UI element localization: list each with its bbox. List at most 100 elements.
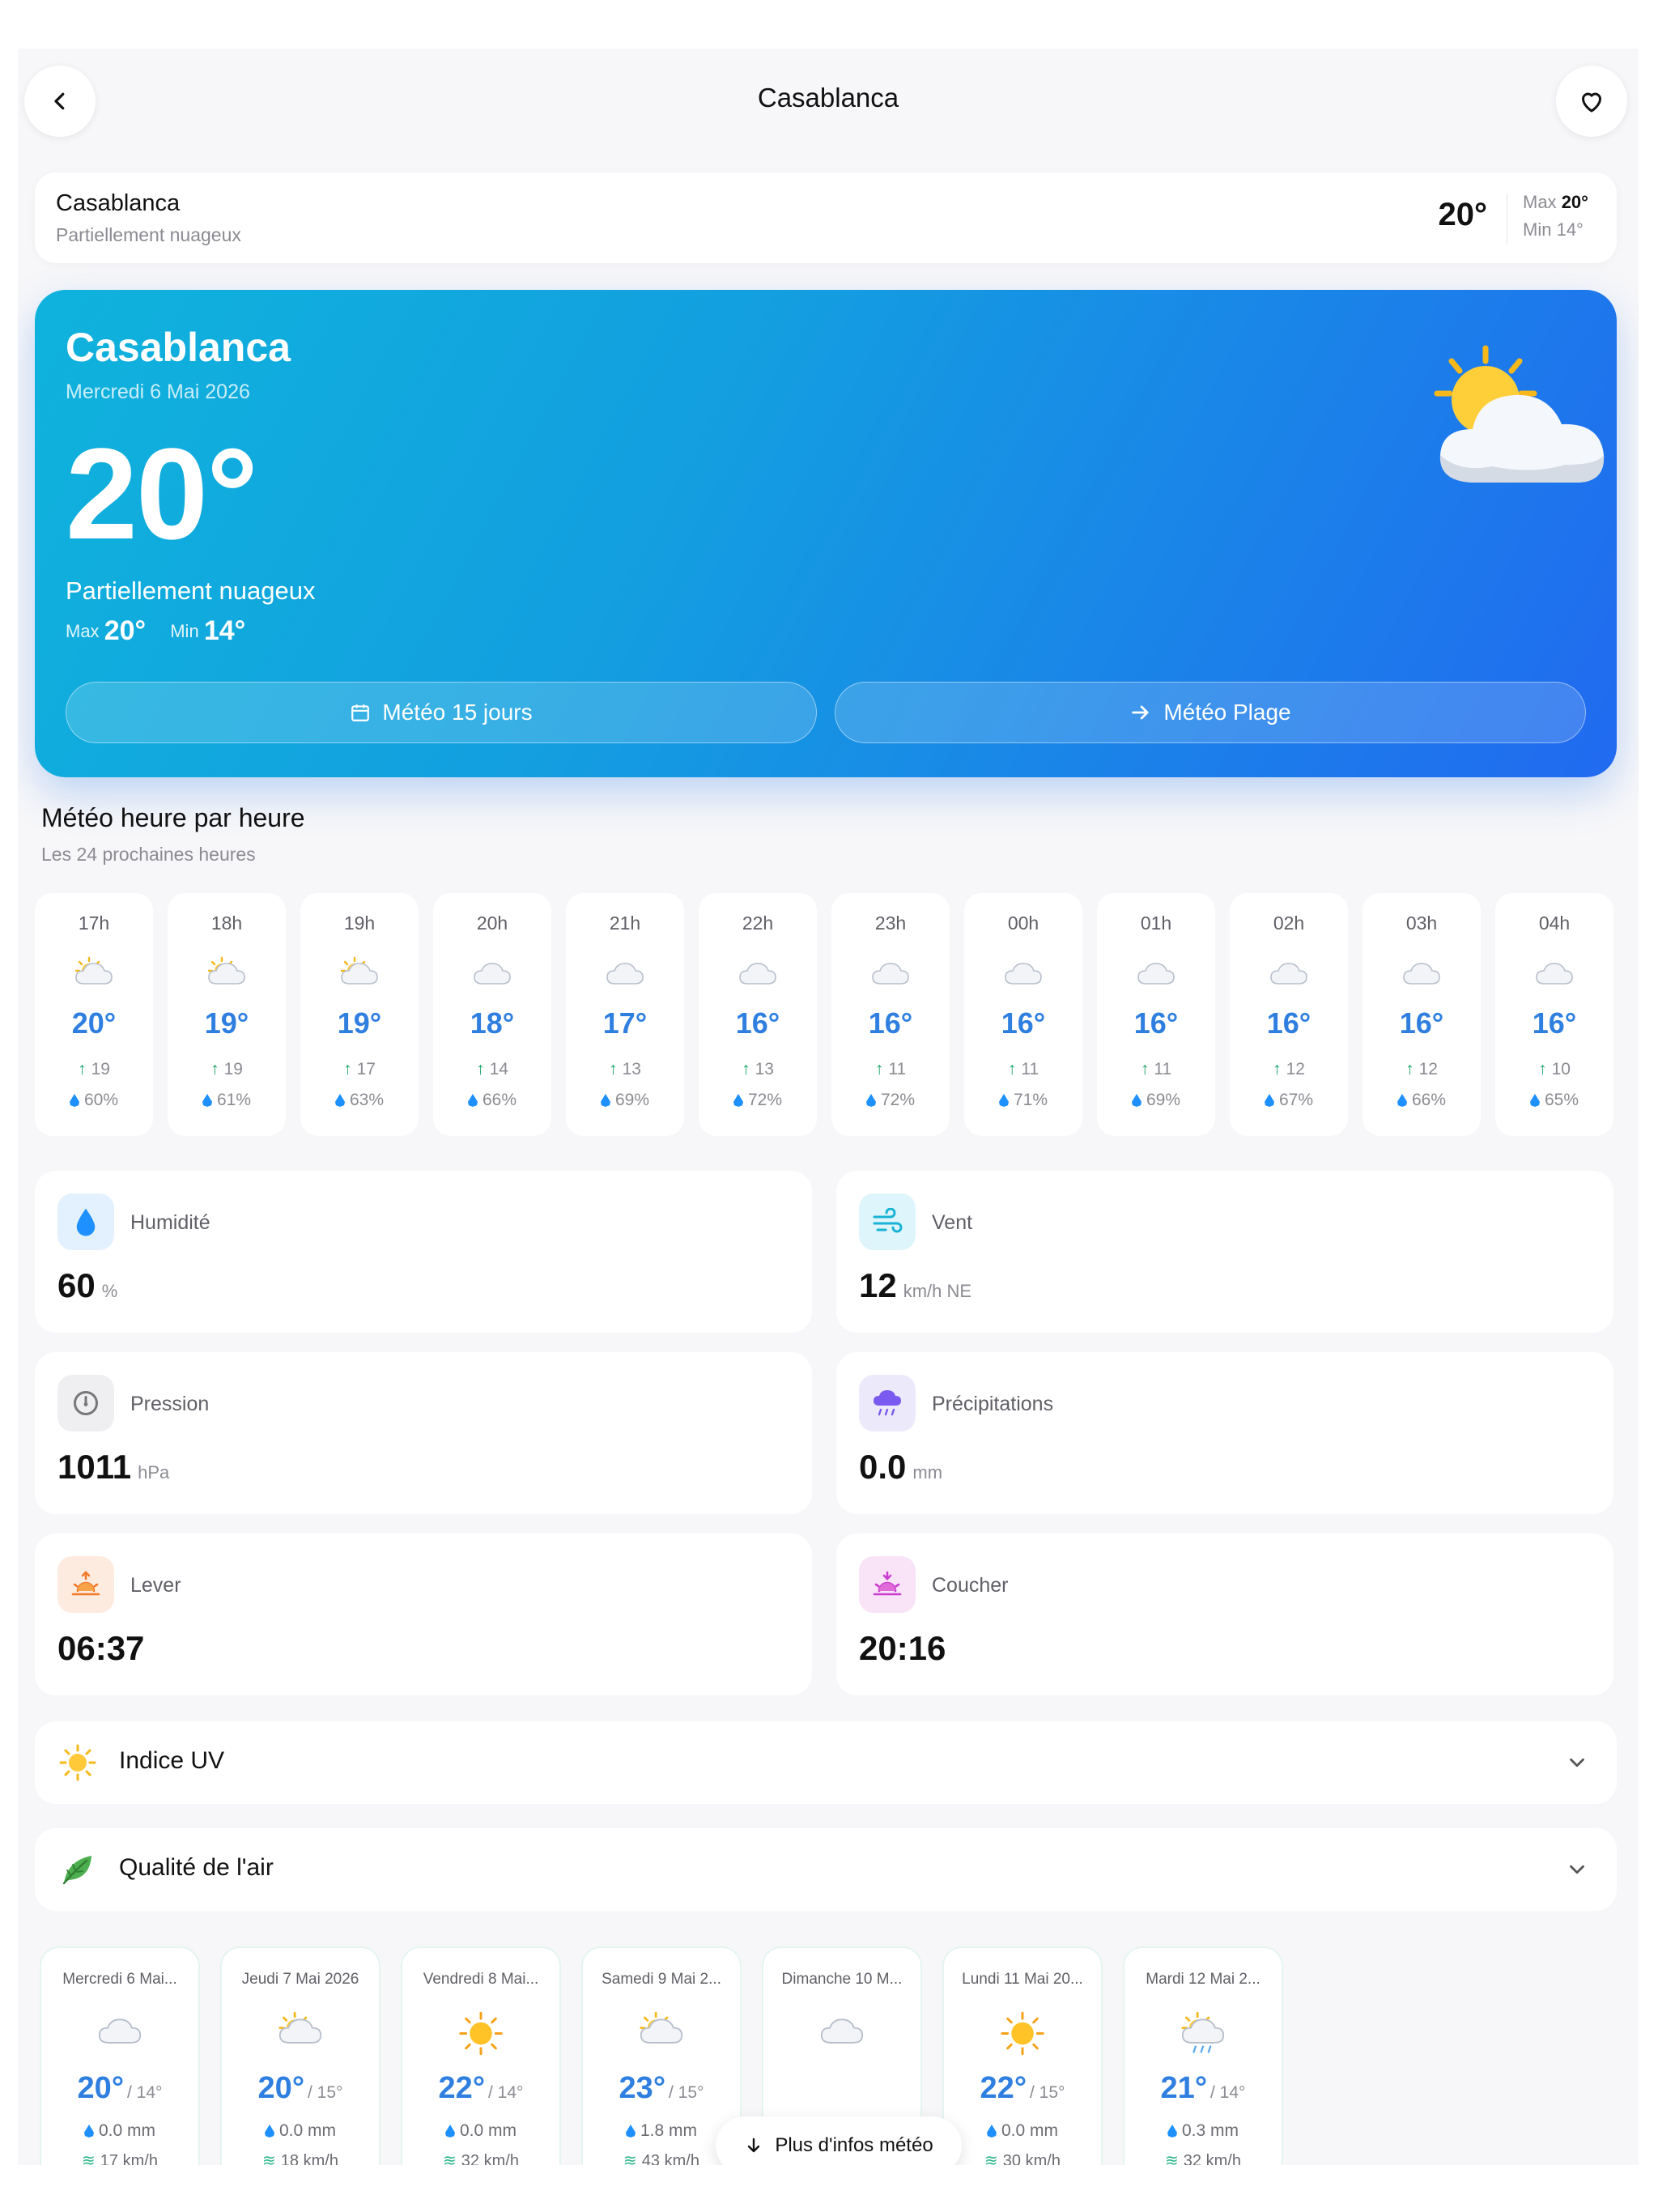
sunrise-label: Lever xyxy=(130,1574,181,1597)
hero-max-value: 20° xyxy=(104,615,147,646)
daily-item[interactable]: Vendredi 8 Mai... 22°/ 14° 0.0 mm ≋ 32 km/h xyxy=(401,1946,561,2165)
day-wind-value: 32 km/h xyxy=(461,2152,519,2165)
humidity-value: 60% xyxy=(57,1266,117,1305)
beach-weather-button[interactable]: Météo Plage xyxy=(835,682,1586,743)
hero-max-label: Max xyxy=(66,621,100,641)
water-drop-icon xyxy=(865,1094,876,1107)
current-weather-hero: Casablanca Mercredi 6 Mai 2026 20° Parti… xyxy=(35,290,1617,777)
summary-min-value: 14° xyxy=(1556,219,1584,240)
arrow-up-icon: ↑ xyxy=(1538,1060,1547,1078)
day-name: Mercredi 6 Mai... xyxy=(62,1971,177,1988)
hour-humidity-value: 61% xyxy=(216,1091,252,1109)
wind-icon: ≋ xyxy=(623,2152,637,2165)
hour-wind-value: 19 xyxy=(91,1060,110,1078)
hour-wind-value: 10 xyxy=(1551,1060,1571,1078)
hour-humidity: 69% xyxy=(1097,1091,1215,1110)
hour-humidity-value: 67% xyxy=(1278,1091,1314,1109)
day-rain: 0.0 mm xyxy=(402,2121,559,2141)
partly-cloudy-icon xyxy=(583,2011,740,2056)
sunset-value: 20:16 xyxy=(859,1629,946,1667)
day-wind-value: 32 km/h xyxy=(1183,2152,1241,2165)
hour-temperature: 16° xyxy=(1266,1006,1312,1040)
day-rain-value: 0.3 mm xyxy=(1181,2121,1239,2140)
wind-icon: ≋ xyxy=(82,2152,96,2165)
hourly-item: 02h 16° ↑ 12 67% xyxy=(1230,893,1348,1136)
day-min: / 14° xyxy=(1210,2083,1246,2102)
arrow-up-icon: ↑ xyxy=(742,1060,750,1078)
hour-wind-value: 14 xyxy=(489,1060,508,1078)
hour-humidity: 63% xyxy=(300,1091,419,1110)
water-drop-icon xyxy=(998,1094,1009,1107)
hour-wind: ↑ 11 xyxy=(831,1060,950,1079)
wind-card: Vent 12 km/h NE xyxy=(836,1171,1613,1333)
hour-label: 01h xyxy=(1140,912,1172,934)
air-quality-accordion[interactable]: Qualité de l'air xyxy=(35,1828,1617,1911)
cloud-icon xyxy=(1230,956,1348,995)
hourly-item: 04h 16° ↑ 10 65% xyxy=(1495,893,1613,1136)
hourly-item: 18h 19° ↑ 19 61% xyxy=(168,893,286,1136)
summary-max-value: 20° xyxy=(1561,192,1588,212)
day-wind-value: 30 km/h xyxy=(1002,2152,1061,2165)
hour-humidity-value: 72% xyxy=(880,1091,916,1109)
more-weather-info-button[interactable]: Plus d'infos météo xyxy=(716,2116,962,2165)
cloud-icon xyxy=(41,2011,198,2056)
hero-date: Mercredi 6 Mai 2026 xyxy=(66,381,250,403)
humidity-card: Humidité 60% xyxy=(35,1171,812,1333)
water-drop-icon xyxy=(467,1094,478,1107)
hour-temperature: 16° xyxy=(1133,1006,1179,1040)
partly-cloudy-icon xyxy=(300,956,419,995)
hour-humidity-value: 65% xyxy=(1544,1091,1579,1109)
uv-index-accordion[interactable]: Indice UV xyxy=(35,1721,1617,1804)
arrow-up-icon: ↑ xyxy=(1273,1060,1282,1078)
hour-wind: ↑ 19 xyxy=(168,1060,286,1079)
daily-item[interactable]: Lundi 11 Mai 20... 22°/ 15° 0.0 mm ≋ 30 km/h xyxy=(942,1946,1103,2165)
hour-temperature: 17° xyxy=(602,1006,648,1040)
hour-humidity-value: 63% xyxy=(349,1091,385,1109)
hour-label: 20h xyxy=(476,912,508,934)
cloud-icon xyxy=(1363,956,1481,995)
hour-temperature: 16° xyxy=(1001,1006,1046,1040)
day-min: / 15° xyxy=(308,2083,343,2102)
day-rain: 0.3 mm xyxy=(1124,2121,1282,2141)
daily-item[interactable]: Jeudi 7 Mai 2026 20°/ 15° 0.0 mm ≋ 18 km/h xyxy=(220,1946,380,2165)
cloud-icon xyxy=(831,956,950,995)
hour-humidity: 66% xyxy=(1363,1091,1481,1110)
hour-wind-value: 11 xyxy=(888,1060,907,1078)
water-drop-icon xyxy=(83,2125,94,2138)
wind-icon: ≋ xyxy=(984,2152,998,2165)
hour-label: 17h xyxy=(78,912,110,934)
day-max: 22° xyxy=(438,2071,486,2105)
day-temperature: 21°/ 14° xyxy=(1124,2071,1282,2106)
daily-item[interactable]: Mardi 12 Mai 2... 21°/ 14° 0.3 mm ≋ 32 km/h xyxy=(1123,1946,1283,2165)
arrow-up-icon: ↑ xyxy=(78,1060,87,1078)
arrow-up-icon: ↑ xyxy=(609,1060,618,1078)
arrow-up-icon: ↑ xyxy=(1405,1060,1414,1078)
day-temperature: 22°/ 14° xyxy=(402,2071,559,2106)
hour-humidity: 67% xyxy=(1230,1091,1348,1110)
water-drop-icon xyxy=(264,2125,274,2138)
daily-item[interactable]: Samedi 9 Mai 2... 23°/ 15° 1.8 mm ≋ 43 km/h xyxy=(581,1946,742,2165)
hourly-title: Météo heure par heure xyxy=(41,803,305,832)
water-drop-icon xyxy=(69,1094,79,1107)
forecast-15-days-button[interactable]: Météo 15 jours xyxy=(66,682,817,743)
hour-wind: ↑ 13 xyxy=(566,1060,684,1079)
summary-city: Casablanca xyxy=(56,190,181,216)
day-max: 20° xyxy=(77,2071,125,2105)
daily-item[interactable]: Mercredi 6 Mai... 20°/ 14° 0.0 mm ≋ 17 km/h xyxy=(40,1946,200,2165)
chevron-down-icon xyxy=(1570,1758,1584,1767)
water-drop-icon xyxy=(625,2125,636,2138)
sunset-icon xyxy=(859,1556,916,1613)
arrow-up-icon: ↑ xyxy=(210,1060,219,1078)
favorite-button[interactable] xyxy=(1556,66,1627,137)
day-min: / 15° xyxy=(1030,2083,1065,2102)
hour-wind-value: 11 xyxy=(1021,1060,1039,1078)
hour-label: 18h xyxy=(210,912,243,934)
day-max: 20° xyxy=(257,2071,305,2105)
summary-min: Min 14° xyxy=(1523,219,1584,240)
hour-temperature: 16° xyxy=(735,1006,780,1040)
hourly-item: 00h 16° ↑ 11 71% xyxy=(964,893,1082,1136)
wind-icon: ≋ xyxy=(262,2152,276,2165)
hourly-item: 17h 20° ↑ 19 60% xyxy=(35,893,153,1136)
cloud-icon xyxy=(566,956,684,995)
cloud-icon xyxy=(763,2011,920,2056)
